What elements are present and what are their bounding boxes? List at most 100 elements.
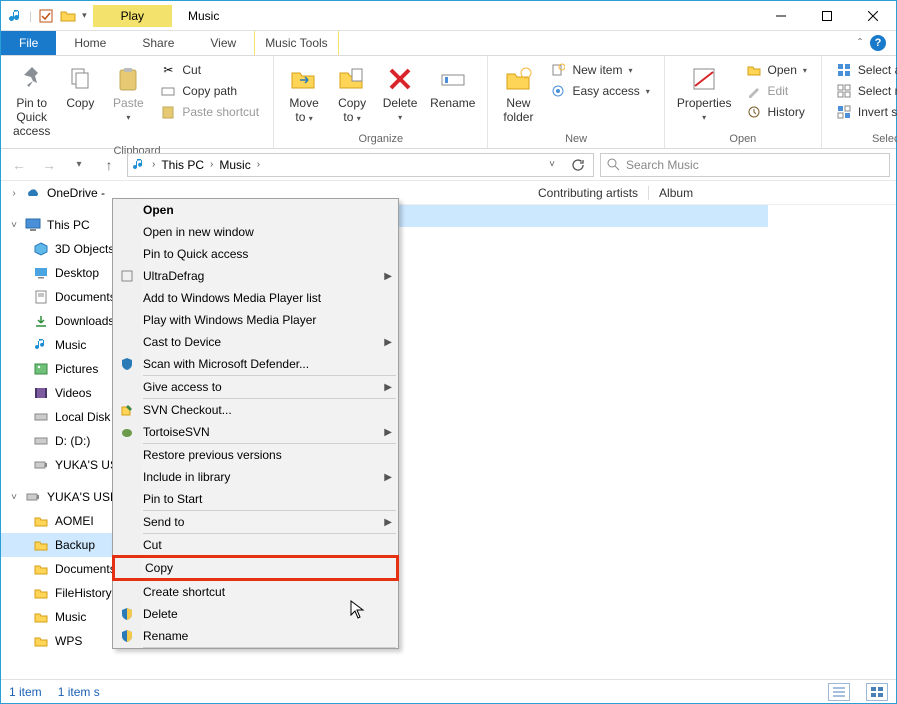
new-folder-button[interactable]: New folder: [494, 59, 542, 129]
chevron-right-icon[interactable]: ›: [208, 159, 215, 170]
document-icon: [33, 289, 49, 305]
ctx-cast-to-device[interactable]: Cast to Device▶: [113, 331, 398, 353]
open-group-label: Open: [665, 133, 821, 148]
details-view-button[interactable]: [828, 683, 850, 701]
copy-to-button[interactable]: Copy to ▾: [328, 59, 376, 129]
play-tab[interactable]: Play: [93, 5, 172, 27]
select-all-button[interactable]: Select all: [832, 61, 897, 79]
ctx-pin-quick-access[interactable]: Pin to Quick access: [113, 243, 398, 265]
recent-locations-button[interactable]: ▾: [67, 153, 91, 177]
properties-button[interactable]: Properties ▾: [671, 59, 738, 126]
ctx-cut[interactable]: Cut: [113, 534, 398, 556]
ctx-rename[interactable]: Rename: [113, 625, 398, 647]
view-tab[interactable]: View: [192, 31, 254, 55]
file-tab[interactable]: File: [1, 31, 56, 55]
forward-button[interactable]: →: [37, 153, 61, 177]
usb-drive-icon: [33, 457, 49, 473]
svn-checkout-icon: [118, 401, 136, 419]
ctx-open[interactable]: Open: [113, 199, 398, 221]
cut-button[interactable]: ✂Cut: [156, 61, 263, 79]
search-input[interactable]: Search Music: [600, 153, 890, 177]
ctx-open-new-window[interactable]: Open in new window: [113, 221, 398, 243]
ctx-include-in-library[interactable]: Include in library▶: [113, 466, 398, 488]
close-button[interactable]: [850, 1, 896, 31]
ribbon-group-clipboard: Pin to Quick access Copy Paste ▾ ✂Cut Co…: [1, 56, 274, 148]
address-bar[interactable]: › This PC › Music › ˅: [127, 153, 594, 177]
paste-icon: [112, 63, 144, 95]
shield-rename-icon: [118, 627, 136, 645]
easy-access-button[interactable]: Easy access ▾: [546, 82, 653, 100]
copy-button[interactable]: Copy: [56, 59, 104, 115]
easy-access-icon: [550, 83, 566, 99]
scissors-icon: ✂: [160, 62, 176, 78]
copy-path-button[interactable]: Copy path: [156, 82, 263, 100]
chevron-down-icon[interactable]: ˅: [9, 492, 19, 503]
folder-icon: [33, 609, 49, 625]
chevron-right-icon[interactable]: ›: [255, 159, 262, 170]
copy-path-icon: [160, 83, 176, 99]
ctx-restore-previous[interactable]: Restore previous versions: [113, 444, 398, 466]
address-history-button[interactable]: ˅: [541, 154, 563, 176]
shield-icon: [118, 355, 136, 373]
ribbon-group-open: Properties ▾ Open ▾ Edit History Open: [665, 56, 822, 148]
tortoise-icon: [118, 423, 136, 441]
ctx-give-access-to[interactable]: Give access to▶: [113, 376, 398, 398]
collapse-ribbon-icon[interactable]: ˆ: [858, 36, 862, 50]
chevron-right-icon[interactable]: ›: [9, 188, 19, 199]
refresh-button[interactable]: [567, 154, 589, 176]
history-button[interactable]: History: [742, 103, 811, 121]
properties-checkbox-icon[interactable]: [38, 8, 54, 24]
invert-selection-button[interactable]: Invert selection: [832, 103, 897, 121]
ctx-tortoise-svn[interactable]: TortoiseSVN▶: [113, 421, 398, 443]
large-icons-view-button[interactable]: [866, 683, 888, 701]
ctx-create-shortcut[interactable]: Create shortcut: [113, 581, 398, 603]
paste-button[interactable]: Paste ▾: [104, 59, 152, 126]
new-item-button[interactable]: New item ▾: [546, 61, 653, 79]
folder-icon: [33, 585, 49, 601]
ctx-copy[interactable]: Copy: [112, 555, 399, 581]
up-button[interactable]: ↑: [97, 153, 121, 177]
paste-shortcut-button[interactable]: Paste shortcut: [156, 103, 263, 121]
qat-dropdown-icon[interactable]: ▾: [82, 10, 87, 21]
select-all-icon: [836, 62, 852, 78]
breadcrumb-music[interactable]: Music: [219, 158, 250, 172]
submenu-arrow-icon: ▶: [384, 427, 392, 438]
music-tools-tab[interactable]: Music Tools: [254, 31, 338, 55]
ctx-pin-to-start[interactable]: Pin to Start: [113, 488, 398, 510]
pin-quick-access-button[interactable]: Pin to Quick access: [7, 59, 56, 142]
organize-group-label: Organize: [274, 133, 487, 148]
folder-icon: [33, 633, 49, 649]
drive-icon: [33, 433, 49, 449]
home-tab[interactable]: Home: [56, 31, 124, 55]
back-button[interactable]: ←: [7, 153, 31, 177]
help-icon[interactable]: ?: [870, 35, 886, 51]
maximize-button[interactable]: [804, 1, 850, 31]
rename-icon: [437, 63, 469, 95]
chevron-down-icon[interactable]: ˅: [9, 220, 19, 231]
chevron-down-icon: ▾: [126, 113, 130, 122]
minimize-button[interactable]: [758, 1, 804, 31]
ctx-ultradefrag[interactable]: UltraDefrag▶: [113, 265, 398, 287]
usb-drive-icon: [25, 489, 41, 505]
column-album[interactable]: Album: [649, 186, 703, 200]
delete-button[interactable]: Delete ▾: [376, 59, 424, 126]
ctx-send-to[interactable]: Send to▶: [113, 511, 398, 533]
ctx-delete[interactable]: Delete: [113, 603, 398, 625]
rename-button[interactable]: Rename: [424, 59, 481, 115]
properties-icon: [688, 63, 720, 95]
move-to-button[interactable]: Move to ▾: [280, 59, 328, 129]
folder-icon[interactable]: [60, 8, 76, 24]
video-icon: [33, 385, 49, 401]
edit-button[interactable]: Edit: [742, 82, 811, 100]
breadcrumb-this-pc[interactable]: This PC: [161, 158, 204, 172]
ctx-add-wmp-list[interactable]: Add to Windows Media Player list: [113, 287, 398, 309]
share-tab[interactable]: Share: [124, 31, 192, 55]
ctx-svn-checkout[interactable]: SVN Checkout...: [113, 399, 398, 421]
open-button[interactable]: Open ▾: [742, 61, 811, 79]
search-icon: [607, 158, 620, 171]
ctx-play-wmp[interactable]: Play with Windows Media Player: [113, 309, 398, 331]
select-none-button[interactable]: Select none: [832, 82, 897, 100]
chevron-right-icon[interactable]: ›: [150, 159, 157, 170]
ctx-scan-defender[interactable]: Scan with Microsoft Defender...: [113, 353, 398, 375]
column-contributing-artists[interactable]: Contributing artists: [528, 186, 648, 200]
